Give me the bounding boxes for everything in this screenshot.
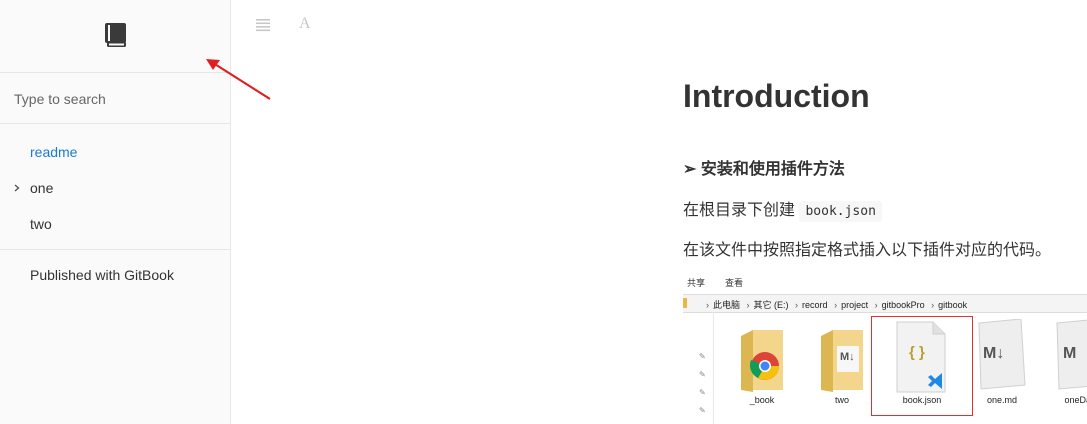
font-icon[interactable]: A xyxy=(299,15,311,33)
sidebar: readme one two Published with GitBook xyxy=(0,0,231,424)
sidebar-item-label: readme xyxy=(30,144,78,160)
markdown-glyph: M↓ xyxy=(840,351,855,363)
markdown-glyph: M↓ xyxy=(983,345,1005,362)
folder-icon xyxy=(683,298,687,308)
annotation-arrow-icon xyxy=(206,59,271,100)
search-input[interactable] xyxy=(14,91,214,107)
file-name: book.json xyxy=(902,395,942,405)
breadcrumb-item: gitbookPro xyxy=(881,300,925,310)
pin-icon: ✎ xyxy=(699,352,706,361)
inline-code: book.json xyxy=(799,201,882,222)
file-name: _book xyxy=(749,395,775,405)
breadcrumb-item: 此电脑 xyxy=(713,300,741,310)
sidebar-item-readme[interactable]: readme xyxy=(30,144,77,160)
json-glyph: { } xyxy=(909,344,925,361)
breadcrumb-item: project xyxy=(841,300,869,310)
markdown-glyph: M xyxy=(1063,345,1077,362)
paragraph: 在该文件中按照指定格式插入以下插件对应的代码。 xyxy=(683,242,1052,259)
divider xyxy=(0,249,231,250)
chrome-folder-icon xyxy=(741,330,783,392)
ribbon-tab: 共享 xyxy=(687,278,706,288)
pin-icon: ✎ xyxy=(699,406,706,415)
arrow-bullet-icon: ➢ xyxy=(683,161,697,178)
explorer-nav-pane: ✎ ✎ ✎ ✎ xyxy=(683,312,714,424)
sidebar-item-label: two xyxy=(30,216,52,232)
menu-icon[interactable] xyxy=(255,18,271,32)
sidebar-item-label: one xyxy=(30,180,54,196)
chevron-right-icon[interactable] xyxy=(12,183,22,193)
paragraph: 在根目录下创建 book.json xyxy=(683,196,882,222)
file-name: two xyxy=(834,395,849,405)
paragraph-text: 在根目录下创建 xyxy=(683,202,796,219)
file-name: one.md xyxy=(986,395,1018,405)
book-icon[interactable] xyxy=(103,22,129,48)
ribbon-tab: 查看 xyxy=(725,278,744,288)
section-heading: ➢ 安装和使用插件方法 xyxy=(683,155,845,179)
file-name: oneDay xyxy=(1064,395,1087,405)
pin-icon: ✎ xyxy=(699,388,706,397)
file-item-book-json: { } book.json xyxy=(871,316,973,416)
sidebar-item-one[interactable]: one xyxy=(14,180,54,196)
sidebar-item-two[interactable]: two xyxy=(30,216,52,232)
explorer-ribbon-tabs: 共享 查看 xyxy=(683,270,1087,292)
search-box xyxy=(0,72,231,124)
breadcrumb-item: record xyxy=(802,300,828,310)
breadcrumb-item: 其它 (E:) xyxy=(753,300,789,310)
pin-icon: ✎ xyxy=(699,370,706,379)
page-title: Introduction xyxy=(683,78,870,114)
address-bar: › 此电脑 › 其它 (E:) › record › project › gitbookP… xyxy=(683,294,1087,313)
breadcrumb-item: gitbook xyxy=(938,300,968,310)
explorer-screenshot: 共享 查看 › 此电脑 › 其它 (E:) › record › project › gi… xyxy=(683,270,1087,424)
section-heading-text: 安装和使用插件方法 xyxy=(700,161,845,178)
published-with-gitbook-link[interactable]: Published with GitBook xyxy=(30,267,174,283)
breadcrumb: › 此电脑 › 其它 (E:) › record › project › gitbookP… xyxy=(706,300,968,310)
